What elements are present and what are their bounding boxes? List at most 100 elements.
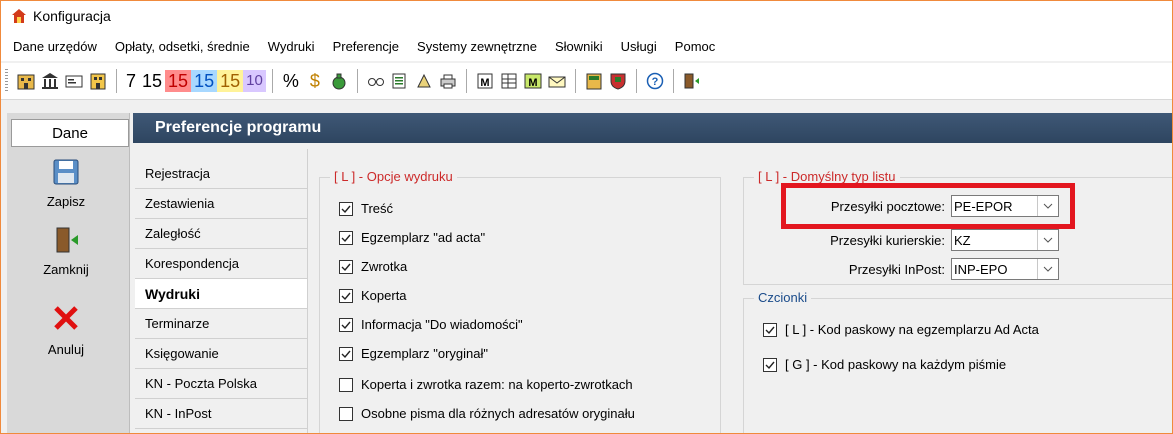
tab-dane[interactable]: Dane xyxy=(11,119,129,147)
nav-item-ksiegowanie[interactable]: Księgowanie xyxy=(135,339,307,369)
checkbox-osobne-pisma[interactable]: Osobne pisma dla różnych adresatów orygi… xyxy=(339,406,635,421)
nav-item-zestawienia[interactable]: Zestawienia xyxy=(135,189,307,219)
printer-icon[interactable] xyxy=(438,69,458,93)
checkbox-label: Egzemplarz "ad acta" xyxy=(361,230,486,245)
menu-slowniki[interactable]: Słowniki xyxy=(546,39,612,54)
floppy-disk-icon xyxy=(51,157,81,190)
letter-type-title: [ L ] - Domyślny typ listu xyxy=(754,169,900,184)
checkbox-box[interactable] xyxy=(339,259,353,274)
exit-door-icon[interactable] xyxy=(682,69,702,93)
number-15-button[interactable]: 15 xyxy=(139,70,165,92)
house-icon xyxy=(11,8,27,24)
checkbox-tresc[interactable]: Treść xyxy=(339,201,393,216)
nav-item-terminarze[interactable]: Terminarze xyxy=(135,309,307,339)
glasses-icon[interactable] xyxy=(366,69,386,93)
toolbar-grip[interactable] xyxy=(5,69,8,93)
checkbox-zwrotka[interactable]: Zwrotka xyxy=(339,259,407,274)
checkbox-label: Zwrotka xyxy=(361,259,408,274)
chevron-down-icon[interactable] xyxy=(1037,259,1058,279)
checkbox-box[interactable] xyxy=(339,406,353,421)
checkbox-box[interactable] xyxy=(763,357,777,372)
toolbar: 7 15 15 15 15 10 % $ M M ? xyxy=(1,63,1172,100)
stamp-icon[interactable] xyxy=(414,69,434,93)
nav-item-rejestracja[interactable]: Rejestracja xyxy=(135,159,307,189)
inpost-select[interactable]: INP-EPO xyxy=(951,258,1059,280)
nav-item-kn-inpost[interactable]: KN - InPost xyxy=(135,399,307,429)
window-title: Konfiguracja xyxy=(33,8,111,24)
number-10-button[interactable]: 10 xyxy=(243,70,266,92)
menu-preferencje[interactable]: Preferencje xyxy=(324,39,408,54)
save-button[interactable]: Zapisz xyxy=(11,157,121,209)
courier-value: KZ xyxy=(954,232,971,248)
checkbox-label: [ G ] - Kod paskowy na każdym piśmie xyxy=(785,357,1007,372)
checkbox-label: Treść xyxy=(361,201,394,216)
checkbox-label: Koperta xyxy=(361,288,407,303)
bank-icon[interactable] xyxy=(40,69,60,93)
nav-item-wydruki[interactable]: Wydruki xyxy=(135,279,307,309)
dollar-button[interactable]: $ xyxy=(305,69,325,93)
menu-bar: Dane urzędów Opłaty, odsetki, średnie Wy… xyxy=(1,31,1172,61)
checkbox-egzemplarz-ad-acta[interactable]: Egzemplarz "ad acta" xyxy=(339,230,485,245)
courier-select[interactable]: KZ xyxy=(951,229,1059,251)
calculator-icon[interactable] xyxy=(584,69,604,93)
toolbar-separator xyxy=(271,69,273,93)
checkbox-box[interactable] xyxy=(763,322,777,337)
checkbox-koperta[interactable]: Koperta xyxy=(339,288,407,303)
checkbox-koperto-zwrotki[interactable]: Koperta i zwrotka razem: na koperto-zwro… xyxy=(339,377,633,392)
cancel-button[interactable]: Anuluj xyxy=(11,303,121,357)
number-15-blue-button[interactable]: 15 xyxy=(191,70,218,92)
number-15-red-button[interactable]: 15 xyxy=(165,70,192,92)
checkbox-box[interactable] xyxy=(339,377,353,392)
shield-icon[interactable] xyxy=(608,69,628,93)
toolbar-separator xyxy=(356,69,358,93)
highlight-box xyxy=(781,183,1075,229)
checkbox-kod-ad-acta[interactable]: [ L ] - Kod paskowy na egzemplarzu Ad Ac… xyxy=(763,322,1039,337)
toolbar-separator xyxy=(116,69,117,93)
number-7-button[interactable]: 7 xyxy=(123,70,139,92)
office-building-icon[interactable] xyxy=(16,69,36,93)
toolbar-separator xyxy=(635,69,637,93)
menu-wydruki[interactable]: Wydruki xyxy=(259,39,324,54)
toolbar-separator xyxy=(672,69,674,93)
document-list-icon[interactable] xyxy=(390,69,410,93)
card-icon[interactable] xyxy=(64,69,84,93)
preferences-nav: Rejestracja Zestawienia Zaległość Koresp… xyxy=(135,159,307,429)
envelope-icon[interactable] xyxy=(547,69,567,93)
nav-item-zaleglosc[interactable]: Zaległość xyxy=(135,219,307,249)
menu-uslugi[interactable]: Usługi xyxy=(612,39,666,54)
checkbox-label: Informacja "Do wiadomości" xyxy=(361,317,523,332)
checkbox-kod-kazde-pismo[interactable]: [ G ] - Kod paskowy na każdym piśmie xyxy=(763,357,1006,372)
nav-item-kn-poczta-polska[interactable]: KN - Poczta Polska xyxy=(135,369,307,399)
help-icon[interactable]: ? xyxy=(645,69,665,93)
menu-dane-urzedow[interactable]: Dane urzędów xyxy=(1,39,106,54)
menu-oplaty[interactable]: Opłaty, odsetki, średnie xyxy=(106,39,259,54)
percent-button[interactable]: % xyxy=(281,69,301,93)
close-button[interactable]: Zamknij xyxy=(11,225,121,277)
checkbox-box[interactable] xyxy=(339,230,353,245)
table-icon[interactable] xyxy=(499,69,519,93)
checkbox-do-wiadomosci[interactable]: Informacja "Do wiadomości" xyxy=(339,317,523,332)
checkbox-box[interactable] xyxy=(339,201,353,216)
inpost-label: Przesyłki InPost: xyxy=(848,261,945,277)
building-icon[interactable] xyxy=(88,69,108,93)
svg-text:?: ? xyxy=(651,76,658,88)
checkbox-box[interactable] xyxy=(339,288,353,303)
chevron-down-icon[interactable] xyxy=(1037,230,1058,250)
checkbox-label: Osobne pisma dla różnych adresatów orygi… xyxy=(361,406,635,421)
svg-text:M: M xyxy=(480,77,489,89)
nav-item-korespondencja[interactable]: Korespondencja xyxy=(135,249,307,279)
checkbox-box[interactable] xyxy=(339,317,353,332)
toolbar-separator xyxy=(574,69,576,93)
menu-systemy-zewnetrzne[interactable]: Systemy zewnętrzne xyxy=(408,39,546,54)
checkbox-box[interactable] xyxy=(339,346,353,361)
courier-row: Przesyłki kurierskie: KZ xyxy=(755,229,1059,251)
m-document-icon[interactable]: M xyxy=(475,69,495,93)
page-title: Preferencje programu xyxy=(133,113,1172,143)
m-green-icon[interactable]: M xyxy=(523,69,543,93)
checkbox-oryginal[interactable]: Egzemplarz "oryginał" xyxy=(339,346,488,361)
courier-label: Przesyłki kurierskie: xyxy=(830,232,945,248)
menu-pomoc[interactable]: Pomoc xyxy=(666,39,724,54)
save-label: Zapisz xyxy=(46,194,86,209)
number-15-yellow-button[interactable]: 15 xyxy=(217,70,244,92)
money-bag-icon[interactable] xyxy=(329,69,349,93)
